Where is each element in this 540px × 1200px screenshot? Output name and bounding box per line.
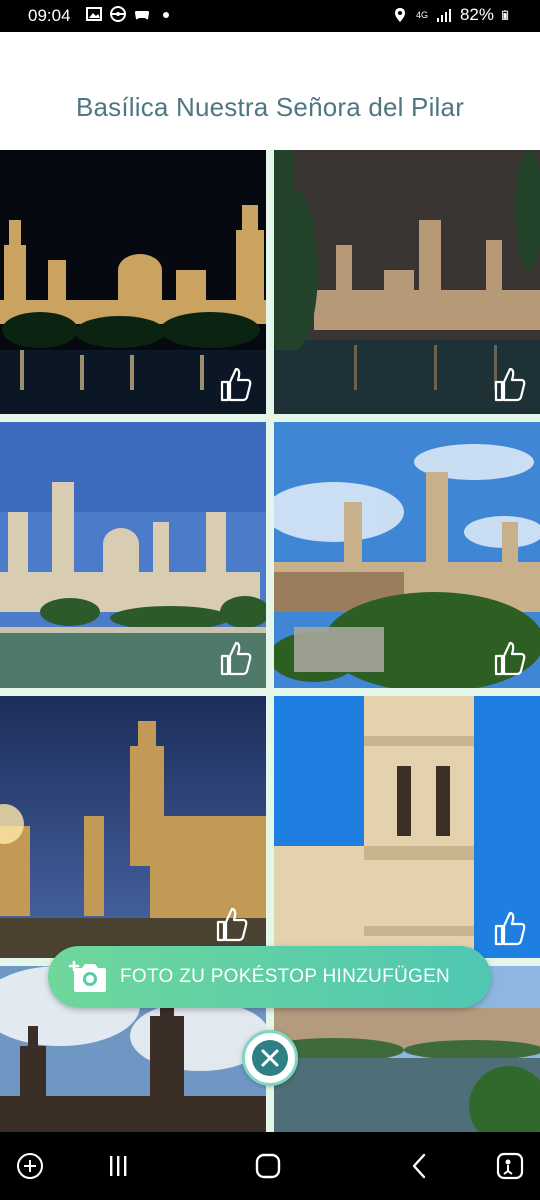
thumbs-up-icon[interactable] <box>492 640 526 676</box>
photo-tile-day-trees[interactable] <box>274 422 540 688</box>
page-title: Basílica Nuestra Señora del Pilar <box>75 92 465 122</box>
photo-tile-night-cloudy[interactable] <box>274 150 540 414</box>
battery-percent: 82% <box>459 5 494 24</box>
accessibility-icon[interactable] <box>494 1152 526 1180</box>
status-right-icons: 4G 82% <box>392 5 512 25</box>
battery-icon <box>502 10 509 20</box>
close-button[interactable] <box>242 1030 298 1086</box>
pokemon-go-icon <box>110 6 126 22</box>
4g-signal-icon: 4G <box>415 9 428 20</box>
add-photo-label: FOTO ZU POKÉSTOP HINZUFÜGEN <box>120 966 451 987</box>
add-photo-button[interactable]: FOTO ZU POKÉSTOP HINZUFÜGEN <box>48 946 491 1008</box>
thumbs-up-icon[interactable] <box>218 640 252 676</box>
thumbs-up-icon[interactable] <box>218 366 252 402</box>
photo-tile-tower-closeup[interactable] <box>274 696 540 958</box>
photo-tile-night-river[interactable] <box>0 150 266 414</box>
photo-tile-dusk-square[interactable] <box>0 696 266 958</box>
game-controller-icon <box>135 11 149 20</box>
status-left-icons <box>86 6 174 22</box>
status-bar: 09:04 4G 82% <box>0 0 540 32</box>
home-icon[interactable] <box>252 1152 284 1180</box>
thumbs-up-icon[interactable] <box>492 910 526 946</box>
thumbs-up-icon[interactable] <box>214 906 248 942</box>
header <box>0 32 540 150</box>
location-icon <box>394 8 405 22</box>
close-icon <box>261 1049 279 1067</box>
close-button-inner <box>252 1040 288 1076</box>
recent-apps-icon[interactable] <box>102 1152 134 1180</box>
system-nav-bar <box>0 1132 540 1200</box>
back-icon[interactable] <box>404 1152 436 1180</box>
add-camera-icon <box>68 960 106 992</box>
signal-bars-icon <box>436 9 451 22</box>
status-time: 09:04 <box>28 6 71 25</box>
photo-tile-day-river[interactable] <box>0 422 266 688</box>
game-icon[interactable] <box>14 1152 46 1180</box>
dot-icon <box>163 12 169 18</box>
gallery-icon <box>86 7 102 21</box>
thumbs-up-icon[interactable] <box>492 366 526 402</box>
